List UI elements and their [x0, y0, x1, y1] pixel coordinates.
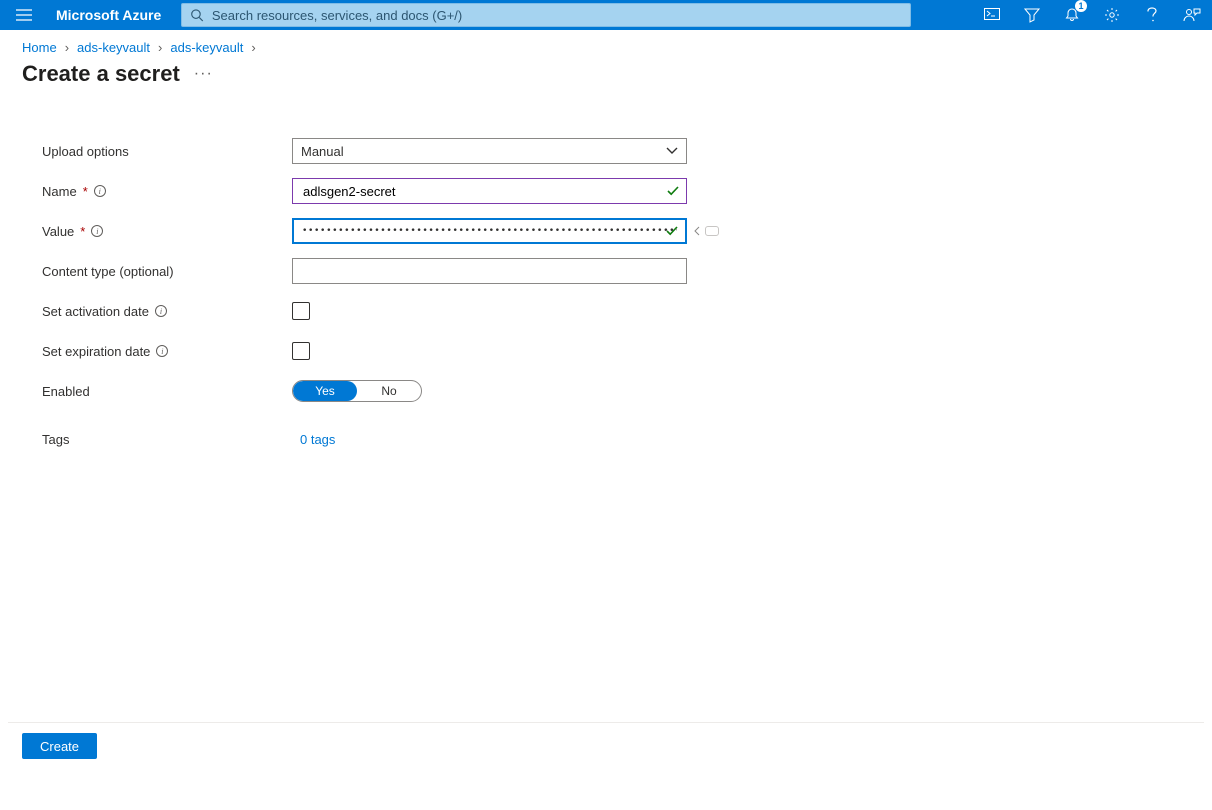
- chevron-right-icon: ›: [158, 40, 162, 55]
- hamburger-menu[interactable]: [0, 0, 48, 30]
- search-icon: [190, 8, 204, 22]
- gear-icon: [1104, 7, 1120, 23]
- filter-icon: [1024, 7, 1040, 23]
- upload-options-value: Manual: [301, 144, 344, 159]
- help-button[interactable]: [1132, 0, 1172, 30]
- name-input[interactable]: [301, 183, 658, 200]
- required-mark: *: [83, 184, 88, 199]
- required-mark: *: [80, 224, 85, 239]
- cloud-shell-icon: [984, 8, 1000, 22]
- activation-date-label: Set activation date i: [42, 304, 292, 319]
- brand-label: Microsoft Azure: [48, 7, 175, 23]
- info-icon[interactable]: i: [155, 305, 167, 317]
- feedback-button[interactable]: [1172, 0, 1212, 30]
- search-input[interactable]: [210, 7, 902, 24]
- settings-button[interactable]: [1092, 0, 1132, 30]
- hamburger-icon: [16, 9, 32, 21]
- info-icon[interactable]: i: [91, 225, 103, 237]
- page-title: Create a secret: [22, 61, 180, 87]
- name-input-wrapper: [292, 178, 687, 204]
- create-button[interactable]: Create: [22, 733, 97, 759]
- name-label: Name * i: [42, 184, 292, 199]
- upload-options-label: Upload options: [42, 144, 292, 159]
- global-search[interactable]: [181, 3, 911, 27]
- directory-filter-button[interactable]: [1012, 0, 1052, 30]
- enabled-toggle[interactable]: Yes No: [292, 380, 422, 402]
- content-type-label: Content type (optional): [42, 264, 292, 279]
- chevron-right-icon: ›: [251, 40, 255, 55]
- value-input[interactable]: ••••••••••••••••••••••••••••••••••••••••…: [292, 218, 687, 244]
- chevron-down-icon: [666, 146, 678, 156]
- top-bar: Microsoft Azure 1: [0, 0, 1212, 30]
- enabled-label: Enabled: [42, 384, 292, 399]
- value-masked: ••••••••••••••••••••••••••••••••••••••••…: [302, 226, 677, 236]
- tags-label: Tags: [42, 432, 292, 447]
- tags-link[interactable]: 0 tags: [292, 432, 335, 447]
- chevron-right-icon: ›: [65, 40, 69, 55]
- info-icon[interactable]: i: [156, 345, 168, 357]
- page-header: Create a secret ···: [0, 55, 1212, 87]
- create-secret-form: Upload options Manual Name * i Value * i: [0, 87, 1212, 459]
- more-actions-button[interactable]: ···: [194, 65, 213, 83]
- person-feedback-icon: [1183, 7, 1201, 23]
- page-footer: Create: [8, 722, 1204, 769]
- breadcrumb-keyvault-2[interactable]: ads-keyvault: [170, 40, 243, 55]
- top-actions: 1: [972, 0, 1212, 30]
- cloud-shell-button[interactable]: [972, 0, 1012, 30]
- chevron-left-icon: [693, 226, 701, 236]
- help-icon: [1145, 7, 1159, 23]
- info-icon[interactable]: i: [94, 185, 106, 197]
- enabled-yes[interactable]: Yes: [293, 381, 357, 401]
- enabled-no[interactable]: No: [357, 381, 421, 401]
- content-type-input[interactable]: [301, 263, 658, 280]
- activation-date-checkbox[interactable]: [292, 302, 310, 320]
- notification-badge: 1: [1075, 0, 1087, 12]
- breadcrumb: Home › ads-keyvault › ads-keyvault ›: [0, 30, 1212, 55]
- expiration-date-label: Set expiration date i: [42, 344, 292, 359]
- check-icon: [666, 184, 680, 198]
- breadcrumb-home[interactable]: Home: [22, 40, 57, 55]
- check-icon: [665, 224, 679, 238]
- value-overflow-indicator: [693, 226, 719, 236]
- notifications-button[interactable]: 1: [1052, 0, 1092, 30]
- upload-options-select[interactable]: Manual: [292, 138, 687, 164]
- breadcrumb-keyvault-1[interactable]: ads-keyvault: [77, 40, 150, 55]
- content-type-input-wrapper: [292, 258, 687, 284]
- expiration-date-checkbox[interactable]: [292, 342, 310, 360]
- value-label: Value * i: [42, 224, 292, 239]
